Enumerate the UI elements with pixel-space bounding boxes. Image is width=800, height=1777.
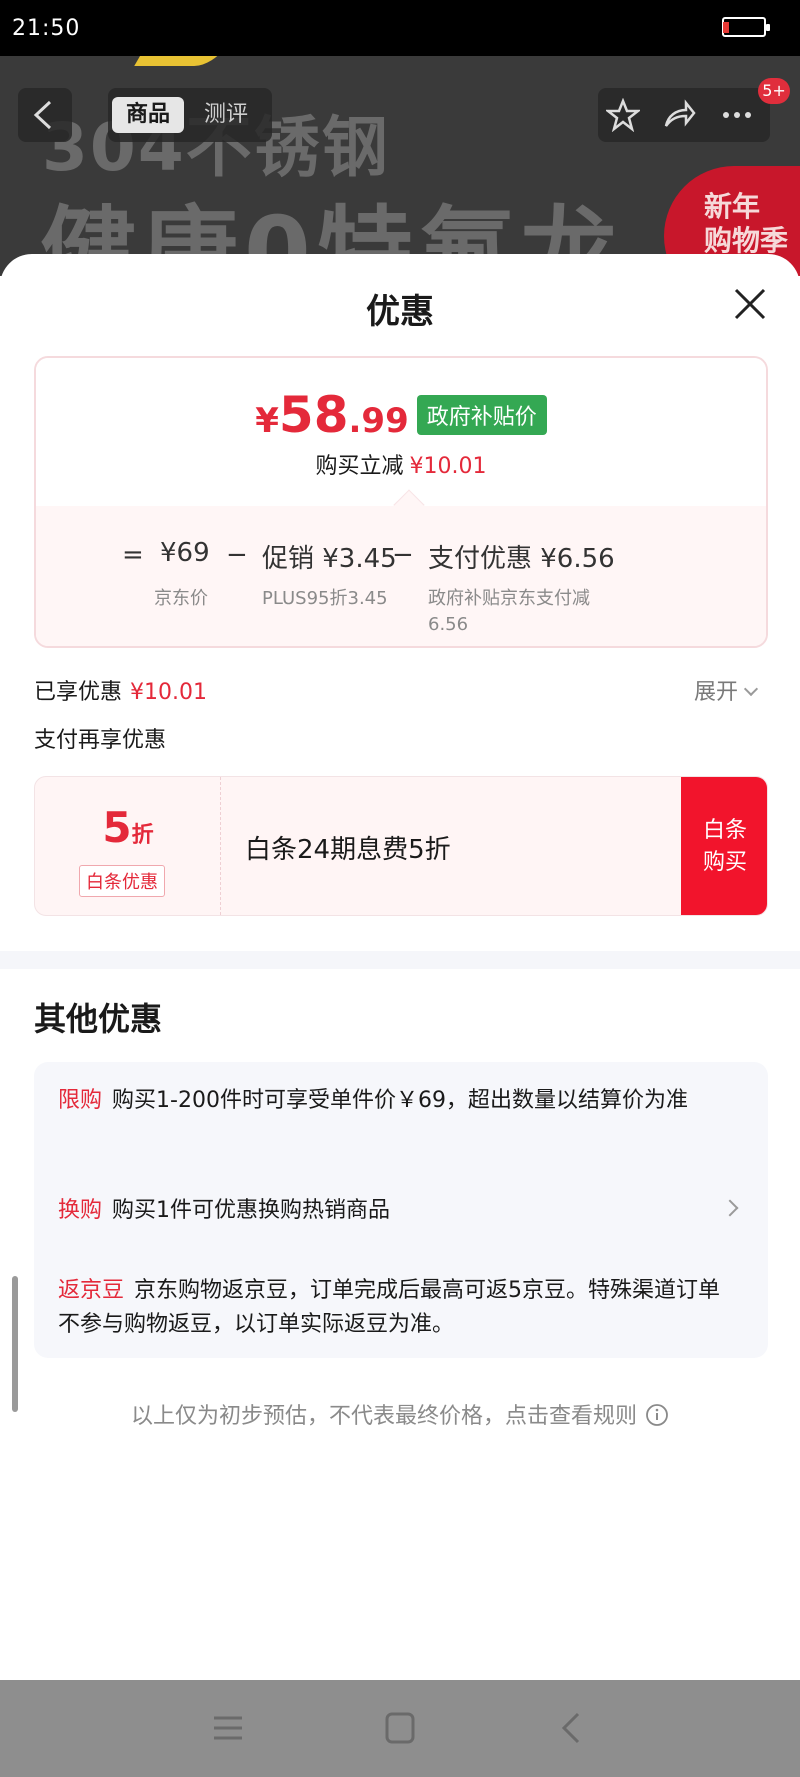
rules-note[interactable]: 以上仅为初步预估，不代表最终价格，点击查看规则 [0,1398,800,1430]
offer-exchange-purchase[interactable]: 换购 购买1件可优惠换购热销商品 [58,1194,739,1228]
back-arrow-icon [33,100,52,130]
chevron-right-icon [721,1199,739,1217]
close-icon[interactable] [730,284,770,324]
offer-kind: 换购 [58,1198,103,1223]
battery-icon [722,17,770,37]
baitiao-description: 白条24期息费5折 [245,835,451,865]
enjoyed-value: ¥10.01 [130,680,207,705]
home-icon[interactable] [380,1710,420,1746]
instant-discount-label: 购买立减 [315,454,404,479]
baitiao-offer-card[interactable]: 5折 白条优惠 白条24期息费5折 白条 购买 [34,776,768,916]
expand-label: 展开 [694,680,739,705]
pay-more-title: 支付再享优惠 [34,728,167,753]
promo-line1: 新年 [704,190,761,223]
gov-subsidy-badge: 政府补贴价 [416,395,547,435]
expand-button[interactable]: 展开 [694,674,759,706]
product-header-background: 304不锈钢 健康0特氟龙 新年 购物季 商品 测评 5+ [0,56,800,276]
breakdown-promo-label: PLUS95折3.45 [262,588,388,609]
enjoyed-label: 已享优惠 [34,680,123,705]
sheet-title: 优惠 [366,292,434,332]
baitiao-discount: 5折 [35,803,221,852]
final-price-row: ¥58.99 政府补贴价 [36,386,766,444]
baitiao-discount-block: 5折 白条优惠 [35,777,221,915]
price-card-upper: ¥58.99 政府补贴价 购买立减 ¥10.01 [36,358,766,506]
discount-sheet: 优惠 ¥58.99 政府补贴价 购买立减 ¥10.01 = ¥69 京东价 − 促销… [0,254,800,1680]
menu-icon[interactable] [208,1710,248,1746]
offer-jd-beans: 返京豆 京东购物返京豆，订单完成后最高可返5京豆。特殊渠道订单不参与购物返豆，以订… [58,1274,738,1342]
top-actions: 5+ [598,78,790,142]
other-offers-title: 其他优惠 [34,1000,163,1038]
section-divider [0,951,800,969]
rules-note-text: 以上仅为初步预估，不代表最终价格，点击查看规则 [130,1404,637,1429]
breakdown-op-minus-1: − [226,540,248,570]
price-decimal: .99 [348,401,409,441]
price-card: ¥58.99 政府补贴价 购买立减 ¥10.01 = ¥69 京东价 − 促销 ¥3… [34,356,768,648]
breakdown-jd-price: ¥69 [160,538,210,568]
system-nav-bar [0,1680,800,1777]
baitiao-discount-unit: 折 [131,823,154,848]
price-breakdown: = ¥69 京东价 − 促销 ¥3.45 PLUS95折3.45 − 支付优惠 … [36,506,766,646]
price-integer: 58 [278,386,349,444]
offer-text: 购买1-200件时可享受单件价￥69，超出数量以结算价为准 [112,1088,688,1113]
price-symbol: ¥ [255,401,279,441]
breakdown-op-minus-2: − [392,540,414,570]
baitiao-tag: 白条优惠 [79,865,165,897]
instant-discount: 购买立减 ¥10.01 [36,448,766,480]
baitiao-discount-num: 5 [102,803,132,852]
back-button[interactable] [18,88,72,142]
decor-stripe [134,56,226,66]
info-icon [646,1404,668,1426]
enjoyed-discount: 已享优惠 ¥10.01 [34,674,207,706]
baitiao-buy-button[interactable]: 白条 购买 [681,777,767,915]
offer-text: 购买1件可优惠换购热销商品 [112,1198,391,1223]
more-icon[interactable] [720,98,754,132]
promo-line2: 购物季 [704,224,789,257]
breakdown-op-equals: = [122,540,144,570]
status-bar: 21:50 [0,0,800,56]
breakdown-jd-price-label: 京东价 [154,588,208,609]
offer-kind: 限购 [58,1088,103,1113]
offer-kind: 返京豆 [58,1278,125,1303]
scrollbar-thumb[interactable] [12,1276,18,1412]
notification-badge: 5+ [758,78,790,104]
product-tabs: 商品 测评 [108,88,272,142]
final-price: ¥58.99 [255,386,409,444]
back-nav-icon[interactable] [552,1710,592,1746]
offer-limit-purchase: 限购 购买1-200件时可享受单件价￥69，超出数量以结算价为准 [58,1084,738,1118]
offer-text: 京东购物返京豆，订单完成后最高可返5京豆。特殊渠道订单不参与购物返豆，以订单实际… [58,1278,721,1337]
baitiao-buy-label-line2: 购买 [702,850,747,875]
tab-review[interactable]: 测评 [204,97,248,133]
breakdown-promo: 促销 ¥3.45 [262,544,397,574]
breakdown-payment: 支付优惠 ¥6.56 [428,544,615,574]
other-offers-card: 限购 购买1-200件时可享受单件价￥69，超出数量以结算价为准 换购 购买1件可优… [34,1062,768,1358]
baitiao-buy-label-line1: 白条 [702,818,747,843]
status-time: 21:50 [12,16,81,41]
tab-product[interactable]: 商品 [112,97,184,133]
star-icon[interactable] [606,98,640,132]
share-icon[interactable] [662,98,696,132]
chevron-down-icon [743,681,759,697]
breakdown-payment-label: 政府补贴京东支付减6.56 [428,588,590,635]
instant-discount-value: ¥10.01 [409,454,487,479]
